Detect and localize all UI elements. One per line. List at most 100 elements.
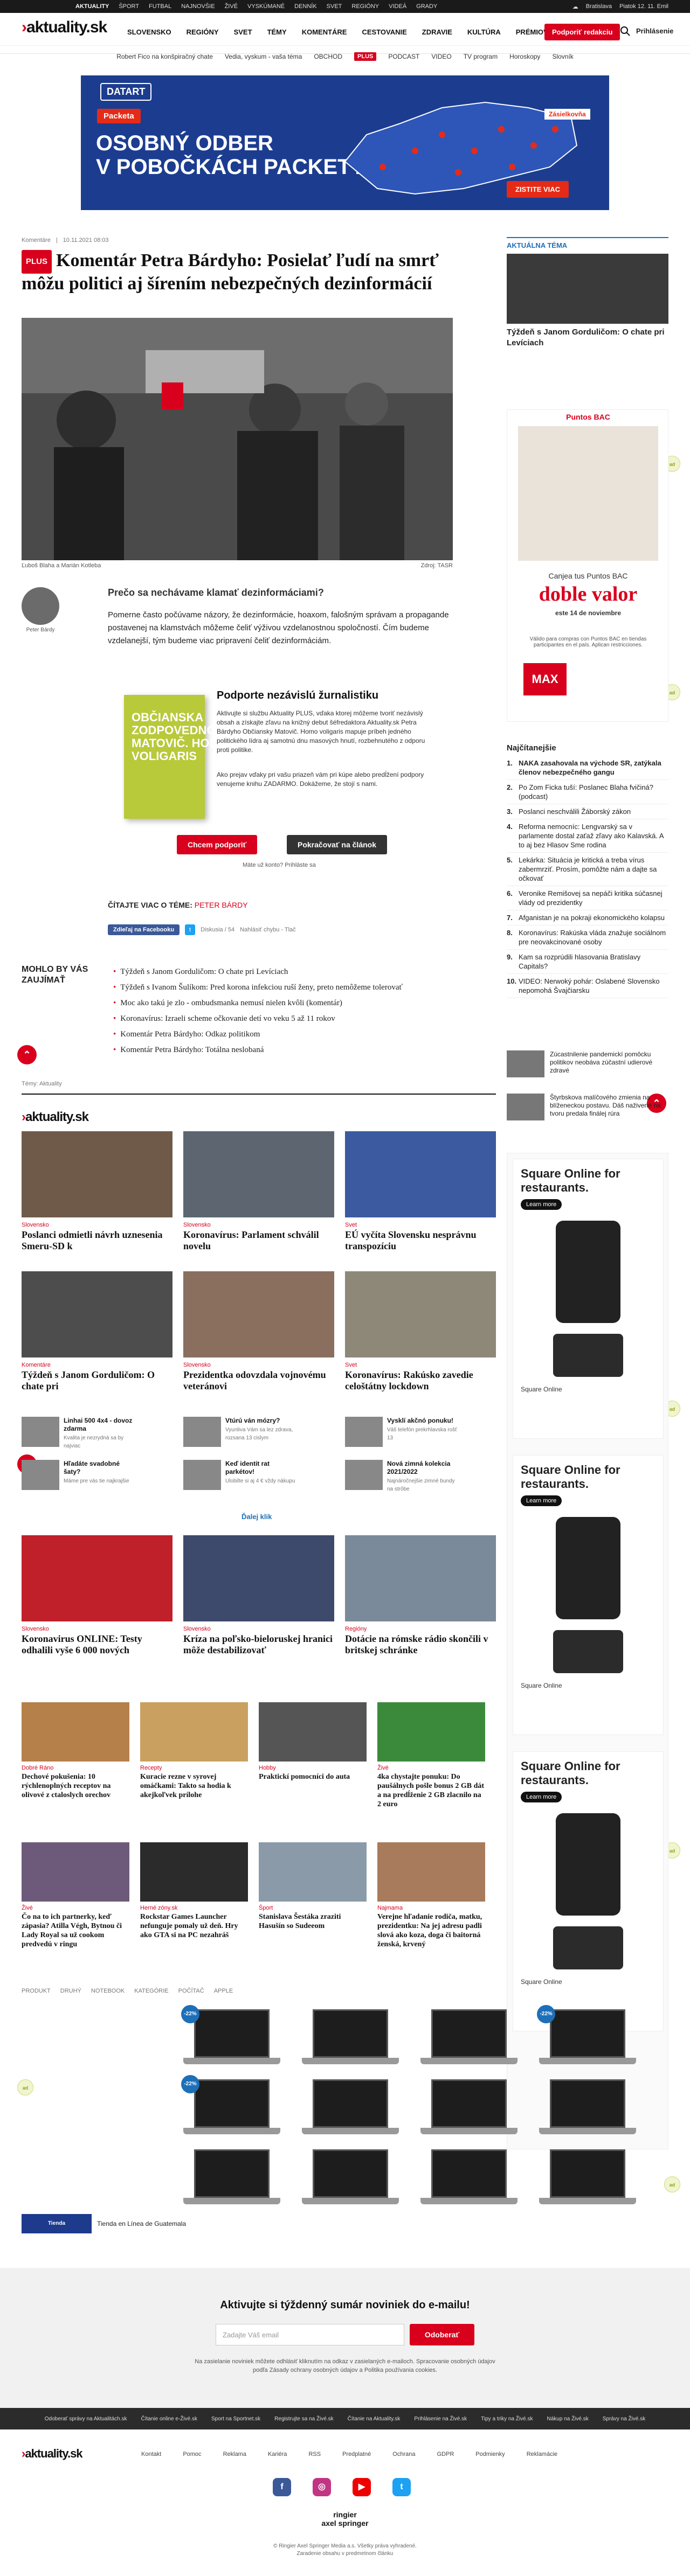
login-prompt-link[interactable]: Máte už konto? Prihláste sa: [243, 862, 316, 868]
laptop-product[interactable]: [539, 2149, 636, 2209]
article-card[interactable]: Slovensko Kríza na poľsko-bieloruskej hra…: [183, 1535, 334, 1656]
footer-strip-link[interactable]: Prihlásenie na Živé.sk: [414, 2416, 467, 2422]
site-link[interactable]: DENNÍK: [294, 3, 317, 10]
sponsored-item[interactable]: Linhai 500 4x4 - dovoz zdarma Kvalita je …: [22, 1417, 135, 1450]
most-read-item[interactable]: 2. Po Zom Ficka tuší: Poslanec Blaha fvič…: [507, 780, 668, 804]
most-read-item[interactable]: 5. Lekárka: Situácia je kritická a treba …: [507, 853, 668, 886]
footer-strip-link[interactable]: Nákup na Živé.sk: [547, 2416, 588, 2422]
footer-link[interactable]: Kontakt: [141, 2451, 161, 2457]
subnav-plus[interactable]: PLUS: [354, 52, 377, 61]
partner-card[interactable]: Šport Stanislava Šestáka zraziti Hasušín …: [259, 1842, 367, 1931]
laptop-product[interactable]: [183, 2149, 280, 2209]
most-read-item[interactable]: 3. Poslanci neschválili Žáborský zákon: [507, 804, 668, 819]
article-card[interactable]: Slovensko Prezidentka odovzdala vojnovému…: [183, 1271, 334, 1392]
nav-item[interactable]: CESTOVANIE: [354, 25, 414, 39]
subnav-item[interactable]: VIDEO: [431, 53, 451, 60]
nav-item[interactable]: KULTÚRA: [460, 25, 508, 39]
sponsored-item[interactable]: Vysklí akčnó ponuku! Váš telefón prekrhla…: [345, 1417, 458, 1447]
tienda-row[interactable]: Tienda Tienda en Línea de Guatemala: [22, 2214, 186, 2233]
site-link[interactable]: AKTUALITY: [75, 3, 109, 10]
sidebar-promo[interactable]: Štyrbskova malíčového zmienia na blížene…: [507, 1094, 668, 1120]
most-read-item[interactable]: 8. Koronavírus: Rakúska vláda znažuje soc…: [507, 925, 668, 950]
support-button[interactable]: Podporiť redakciu: [544, 24, 620, 40]
article-card[interactable]: Slovensko Koronavírus: Parlament schválil…: [183, 1131, 334, 1252]
site-link[interactable]: VIDEÁ: [389, 3, 406, 10]
sponsored-item[interactable]: Hľadáte svadobné šaty? Máme pre vás tie n…: [22, 1460, 135, 1490]
laptop-product[interactable]: -22%: [181, 2005, 280, 2069]
partner-card[interactable]: Herné zóny.sk Rockstar Games Launcher nef…: [140, 1842, 248, 1940]
site-link[interactable]: VYSKÚMANÉ: [247, 3, 285, 10]
shop-tab[interactable]: APPLE: [214, 1988, 233, 1994]
learn-more-button[interactable]: Learn more: [521, 1792, 562, 1802]
subnav-item[interactable]: Robert Fico na konšpiračný chate: [116, 53, 213, 60]
most-read-item[interactable]: 10. VIDEO: Nerwoký pohár: Oslabené Sloven…: [507, 974, 668, 998]
laptop-product[interactable]: [420, 2079, 518, 2139]
comments-link[interactable]: Diskusia / 54: [201, 927, 234, 933]
most-read-item[interactable]: 7. Afganistan je na pokraji ekonomického …: [507, 910, 668, 925]
shop-tab[interactable]: KATEGÓRIE: [134, 1988, 168, 1994]
chevron-up-icon[interactable]: ⌃: [17, 1045, 37, 1064]
twitter-icon[interactable]: t: [185, 924, 196, 935]
laptop-product[interactable]: [539, 2079, 636, 2139]
facebook-share-button[interactable]: Zdieľaj na Facebooku: [108, 924, 180, 935]
article-card[interactable]: Slovensko Koronavirus ONLINE: Testy odhal…: [22, 1535, 172, 1656]
site-link[interactable]: REGIÓNY: [351, 3, 379, 10]
site-link[interactable]: ŠPORT: [119, 3, 139, 10]
site-link[interactable]: SVET: [327, 3, 342, 10]
sponsored-item[interactable]: Nová zimná kolekcia 2021/2022 Najnáročnej…: [345, 1460, 458, 1493]
login-link[interactable]: Prihlásenie: [636, 27, 673, 35]
footer-link[interactable]: RSS: [308, 2451, 321, 2457]
related-item[interactable]: Moc ako takú je zlo - ombudsmanka nemusí…: [113, 995, 458, 1011]
learn-more-button[interactable]: Learn more: [521, 1199, 562, 1210]
nav-item[interactable]: KOMENTÁRE: [294, 25, 355, 39]
footer-link[interactable]: Pomoc: [183, 2451, 201, 2457]
tags-line[interactable]: Témy: Aktuality: [22, 1081, 62, 1087]
article-card[interactable]: Komentáre Týždeň s Janom Gorduličom: O ch…: [22, 1271, 172, 1392]
topic-tag-link[interactable]: PETER BÁRDY: [195, 901, 248, 909]
topic-image[interactable]: [507, 254, 668, 324]
support-primary-button[interactable]: Chcem podporiť: [177, 835, 258, 854]
hero-image[interactable]: [22, 318, 453, 560]
youtube-icon[interactable]: ▶: [353, 2478, 371, 2496]
top-banner-ad[interactable]: DATART Packeta OSOBNÝ ODBER V POBOČKÁCH …: [81, 75, 609, 210]
site-link[interactable]: ŽIVÉ: [225, 3, 238, 10]
author-block[interactable]: Peter Bárdy: [22, 587, 59, 633]
related-item[interactable]: Koronavírus: Izraeli scheme očkovanie de…: [113, 1011, 458, 1027]
shop-tab[interactable]: NOTEBOOK: [91, 1988, 125, 1994]
sponsored-item[interactable]: Vtúrú ván mózry? Vyunliva Vám sa lez zdra…: [183, 1417, 296, 1447]
footer-strip-link[interactable]: Tipy a triky na Živé.sk: [481, 2416, 533, 2422]
most-read-item[interactable]: 1. NAKA zasahovala na východe SR, zatýkal…: [507, 756, 668, 780]
related-item[interactable]: Týždeň s Ivanom Šulíkom: Pred korona inf…: [113, 980, 458, 995]
footer-strip-link[interactable]: Sport na Sportnet.sk: [211, 2416, 260, 2422]
facebook-icon[interactable]: f: [273, 2478, 291, 2496]
site-logo[interactable]: ›aktuality.sk: [22, 18, 107, 37]
subnav-item[interactable]: Horoskopy: [509, 53, 540, 60]
footer-strip-link[interactable]: Čítanie online e-Živé.sk: [141, 2416, 198, 2422]
nav-item[interactable]: ZDRAVIE: [415, 25, 460, 39]
sponsored-item[interactable]: Keď identit rat parkétov! Ulobilte si aj …: [183, 1460, 296, 1490]
partner-card[interactable]: Hobby Praktickí pomocníci do auta: [259, 1702, 367, 1781]
ad-cta-button[interactable]: ZISTITE VIAC: [507, 181, 569, 198]
more-link[interactable]: Ďalej klik: [242, 1513, 272, 1521]
partner-card[interactable]: Živé Čo na to ich partnerky, keď zápasia?…: [22, 1842, 129, 1949]
footer-link[interactable]: Podmienky: [475, 2451, 505, 2457]
footer-link[interactable]: Ochrana: [392, 2451, 415, 2457]
shop-tab[interactable]: POČÍTAČ: [178, 1988, 204, 1994]
twitter-icon[interactable]: t: [392, 2478, 411, 2496]
subnav-item[interactable]: PODCAST: [388, 53, 419, 60]
subnav-item[interactable]: Vedia, vyskum - vaša téma: [225, 53, 302, 60]
footer-link[interactable]: GDPR: [437, 2451, 454, 2457]
weather-location[interactable]: Bratislava: [586, 3, 612, 10]
footer-strip-link[interactable]: Registrujte sa na Živé.sk: [274, 2416, 334, 2422]
related-item[interactable]: Komentár Petra Bárdyho: Odkaz politikom: [113, 1027, 458, 1042]
laptop-product[interactable]: -22%: [181, 2075, 280, 2139]
footer-link[interactable]: Reklama: [223, 2451, 246, 2457]
footer-link[interactable]: Kariéra: [268, 2451, 287, 2457]
topic-title[interactable]: Týždeň s Janom Gorduličom: O chate pri L…: [507, 327, 668, 349]
nav-item[interactable]: REGIÓNY: [179, 25, 226, 39]
nav-item[interactable]: TÉMY: [260, 25, 294, 39]
article-card[interactable]: Svet EÚ vyčíta Slovensku nesprávnu transp…: [345, 1131, 496, 1252]
site-link[interactable]: GRADY: [416, 3, 437, 10]
laptop-product[interactable]: [420, 2149, 518, 2209]
related-item[interactable]: Komentár Petra Bárdyho: Totálna nesloban…: [113, 1042, 458, 1058]
